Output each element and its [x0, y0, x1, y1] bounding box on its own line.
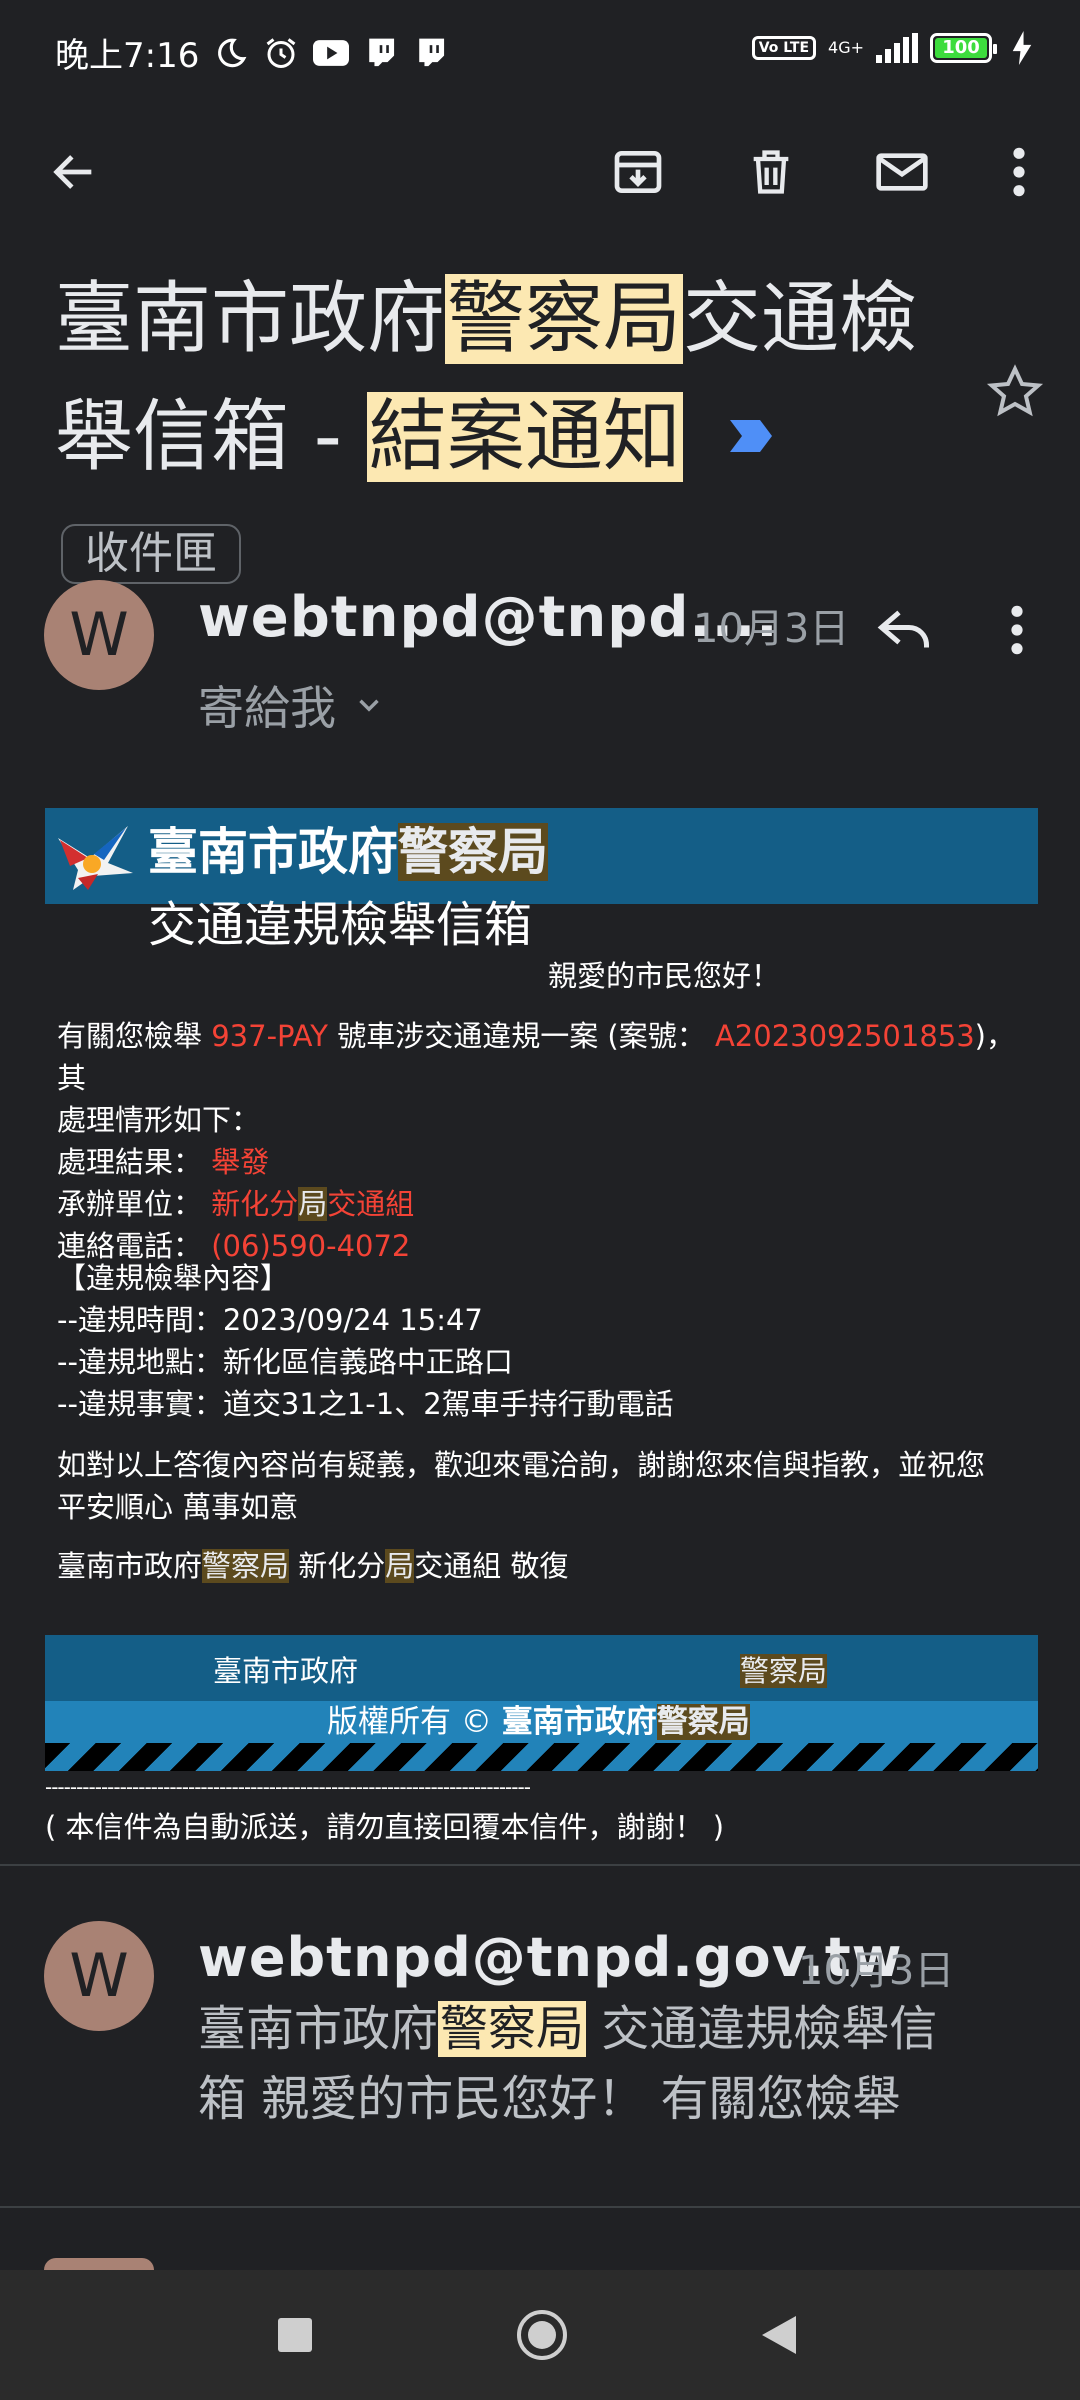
delete-button[interactable] [739, 140, 803, 204]
case-number: A2023092501853 [714, 1019, 975, 1053]
mark-unread-button[interactable] [870, 140, 934, 204]
star-button[interactable] [985, 362, 1045, 422]
footer-left-text: 臺南市政府 [213, 1654, 359, 1688]
alarm-icon [263, 35, 299, 71]
inbox-label-chip[interactable]: 收件匣 [61, 523, 241, 584]
system-navigation-bar [0, 2270, 1080, 2400]
to-me-label: 寄給我 [198, 681, 336, 735]
sender-name[interactable]: webtnpd@tnpd.... [198, 585, 779, 650]
youtube-icon [313, 35, 350, 71]
more-options-button[interactable] [987, 140, 1051, 204]
next-avatar-partial [44, 2258, 154, 2270]
chevron-down-icon [359, 699, 379, 712]
search-highlight: 局 [385, 1549, 415, 1583]
recipient-toggle[interactable]: 寄給我 [198, 672, 386, 738]
sender-name: webtnpd@tnpd.gov.tw [198, 1926, 903, 1989]
back-nav-button[interactable] [760, 2314, 800, 2358]
search-highlight: 警察局 [438, 2001, 587, 2057]
signature: 臺南市政府警察局 新化分局交通組 敬復 [57, 1549, 569, 1583]
message-divider [0, 2206, 1080, 2208]
violation-details: 【違規檢舉內容】 --違規時間：2023/09/24 15:47 --違規地點：… [57, 1261, 674, 1421]
battery-level: 100 [935, 38, 987, 58]
email-footer-banner [45, 1635, 1038, 1701]
archive-button[interactable] [606, 140, 670, 204]
result-value: 舉發 [211, 1145, 270, 1179]
twitch-icon [413, 35, 449, 71]
reply-button[interactable] [874, 600, 936, 662]
importance-marker-icon[interactable] [728, 418, 774, 454]
banner-subtitle: 交通違規檢舉信箱 [148, 897, 533, 953]
police-logo [48, 818, 138, 898]
moon-icon [213, 35, 249, 71]
trash-icon [753, 150, 789, 194]
plate-number: 937-PAY [211, 1019, 328, 1053]
charging-icon [1004, 30, 1040, 66]
case-paragraph: 有關您檢舉 937-PAY 號車涉交通違規一案 (案號： A2023092501… [57, 1019, 1015, 1263]
back-triangle-icon [762, 2316, 796, 2354]
more-vert-icon [1013, 147, 1025, 197]
star-icon [986, 364, 1044, 417]
battery-icon: 100 [930, 33, 997, 63]
email-subject: 臺南市政府警察局交通檢 舉信箱 - 結案通知 收件匣 [55, 260, 975, 614]
mail-icon [876, 153, 928, 191]
signal-icon [876, 33, 918, 63]
search-highlight: 警察局 [398, 823, 548, 881]
home-button[interactable] [515, 2308, 569, 2362]
back-button[interactable] [42, 140, 106, 204]
copyright-text: 版權所有 © 臺南市政府警察局 [327, 1704, 750, 1740]
twitch-icon [363, 35, 399, 71]
reply-icon [877, 610, 929, 648]
banner-title: 臺南市政府警察局 [148, 823, 548, 881]
more-vert-icon [1011, 605, 1023, 655]
dash-separator: ----------------------------------------… [45, 1775, 531, 1799]
status-bar: 晚上7:16 Vo LTE 4G+ 100 [0, 0, 1080, 100]
message-more-button[interactable] [1007, 602, 1033, 662]
sender-avatar[interactable]: W [44, 1921, 154, 2031]
message-snippet: 臺南市政府警察局 交通違規檢舉信 箱 親愛的市民您好！ 有關您檢舉 [198, 2001, 938, 2127]
volte-indicator: Vo LTE [751, 36, 817, 60]
greeting: 親愛的市民您好！ [548, 959, 781, 993]
search-highlight: 結案通知 [366, 392, 683, 482]
email-toolbar [0, 120, 1080, 220]
search-highlight: 警察局 [445, 274, 684, 364]
search-highlight: 警察局 [656, 1704, 750, 1740]
recents-button[interactable] [278, 2318, 312, 2352]
archive-icon [614, 151, 662, 193]
clock: 晚上7:16 [55, 36, 200, 76]
email-date: 10月3日 [798, 1948, 955, 1994]
footer-right-text: 警察局 [740, 1654, 828, 1688]
network-type: 4G+ [828, 38, 864, 57]
closing-paragraph: 如對以上答復內容尚有疑義，歡迎來電洽詢，謝謝您來信與指教，並祝您 平安順心 萬事… [57, 1448, 986, 1524]
back-arrow-icon [53, 155, 92, 189]
sender-avatar[interactable]: W [44, 580, 154, 690]
auto-note: ( 本信件為自動派送，請勿直接回覆本信件，謝謝！ ) [45, 1810, 725, 1844]
email-date: 10月3日 [693, 606, 850, 652]
collapsed-message[interactable]: W webtnpd@tnpd.gov.tw 10月3日 臺南市政府警察局 交通違… [0, 1866, 1080, 2206]
search-highlight: 警察局 [202, 1549, 290, 1583]
home-icon [517, 2310, 567, 2360]
search-highlight: 局 [298, 1187, 328, 1221]
